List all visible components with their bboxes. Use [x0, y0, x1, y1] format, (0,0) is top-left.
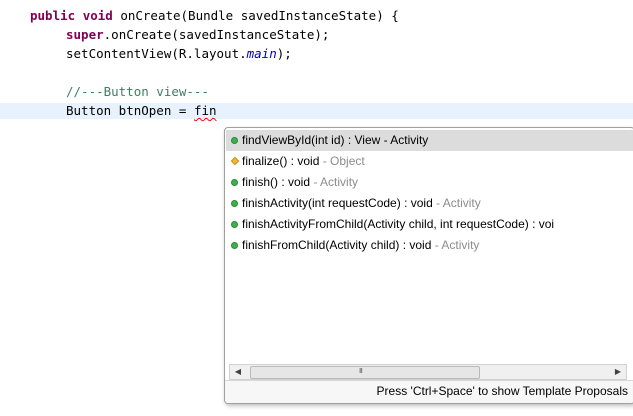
content-assist-popup[interactable]: findViewById(int id) : View - Activity fi… — [224, 127, 633, 404]
code-line-2: super.onCreate(savedInstanceState); — [66, 27, 329, 43]
proposal-label: findViewById(int id) : View - Activity — [242, 133, 429, 147]
set-content-view-suffix: ); — [276, 46, 292, 61]
button-declaration: Button btnOpen = — [66, 103, 194, 118]
keyword-public: public — [30, 8, 76, 23]
status-hint[interactable]: Press 'Ctrl+Space' to show Template Prop… — [225, 380, 633, 403]
scroll-right-arrow-icon[interactable]: ▶ — [610, 365, 626, 379]
scrollbar-thumb[interactable]: III — [250, 366, 480, 379]
proposal-label: finish() : void — [242, 175, 311, 189]
horizontal-scrollbar[interactable]: ◀ III ▶ — [229, 364, 627, 380]
proposal-item[interactable]: finishActivityFromChild(Activity child, … — [226, 214, 633, 235]
proposal-list[interactable]: findViewById(int id) : View - Activity fi… — [226, 130, 633, 256]
proposal-owner: - Object — [319, 154, 365, 168]
code-line-comment: //---Button view--- — [66, 84, 209, 99]
method-signature: onCreate(Bundle savedInstanceState) { — [120, 8, 399, 23]
scroll-left-arrow-icon[interactable]: ◀ — [230, 365, 246, 379]
typed-prefix: fin — [193, 103, 217, 118]
super-call: .onCreate(savedInstanceState); — [103, 27, 330, 42]
layout-field: main — [246, 46, 277, 61]
proposal-label: finishActivity(int requestCode) : void — [242, 196, 433, 210]
proposal-item[interactable]: finalize() : void - Object — [226, 151, 633, 172]
proposal-item[interactable]: findViewById(int id) : View - Activity — [226, 130, 633, 151]
proposal-label: finalize() : void — [242, 154, 320, 168]
keyword-super: super — [66, 27, 104, 42]
set-content-view-prefix: setContentView(R.layout. — [66, 46, 247, 61]
proposal-owner: - Activity — [432, 196, 481, 210]
proposal-item[interactable]: finish() : void - Activity — [226, 172, 633, 193]
code-line-3: setContentView(R.layout.main); — [66, 46, 292, 62]
public-method-icon — [231, 221, 238, 228]
proposal-item[interactable]: finishActivity(int requestCode) : void -… — [226, 193, 633, 214]
scrollbar-grip: III — [359, 368, 363, 375]
public-method-icon — [231, 179, 238, 186]
proposal-item[interactable]: finishFromChild(Activity child) : void -… — [226, 235, 633, 256]
public-method-icon — [231, 137, 238, 144]
public-method-icon — [231, 200, 238, 207]
code-line-1: public void onCreate(Bundle savedInstanc… — [30, 8, 399, 24]
public-method-icon — [231, 242, 238, 249]
code-line-current[interactable]: Button btnOpen = fin — [0, 103, 633, 119]
proposal-label: finishActivityFromChild(Activity child, … — [242, 217, 555, 231]
proposal-label: finishFromChild(Activity child) : void — [242, 238, 432, 252]
keyword-void: void — [82, 8, 113, 23]
protected-method-icon — [230, 156, 240, 166]
proposal-owner: - Activity — [310, 175, 359, 189]
proposal-owner: - Activity — [431, 238, 480, 252]
